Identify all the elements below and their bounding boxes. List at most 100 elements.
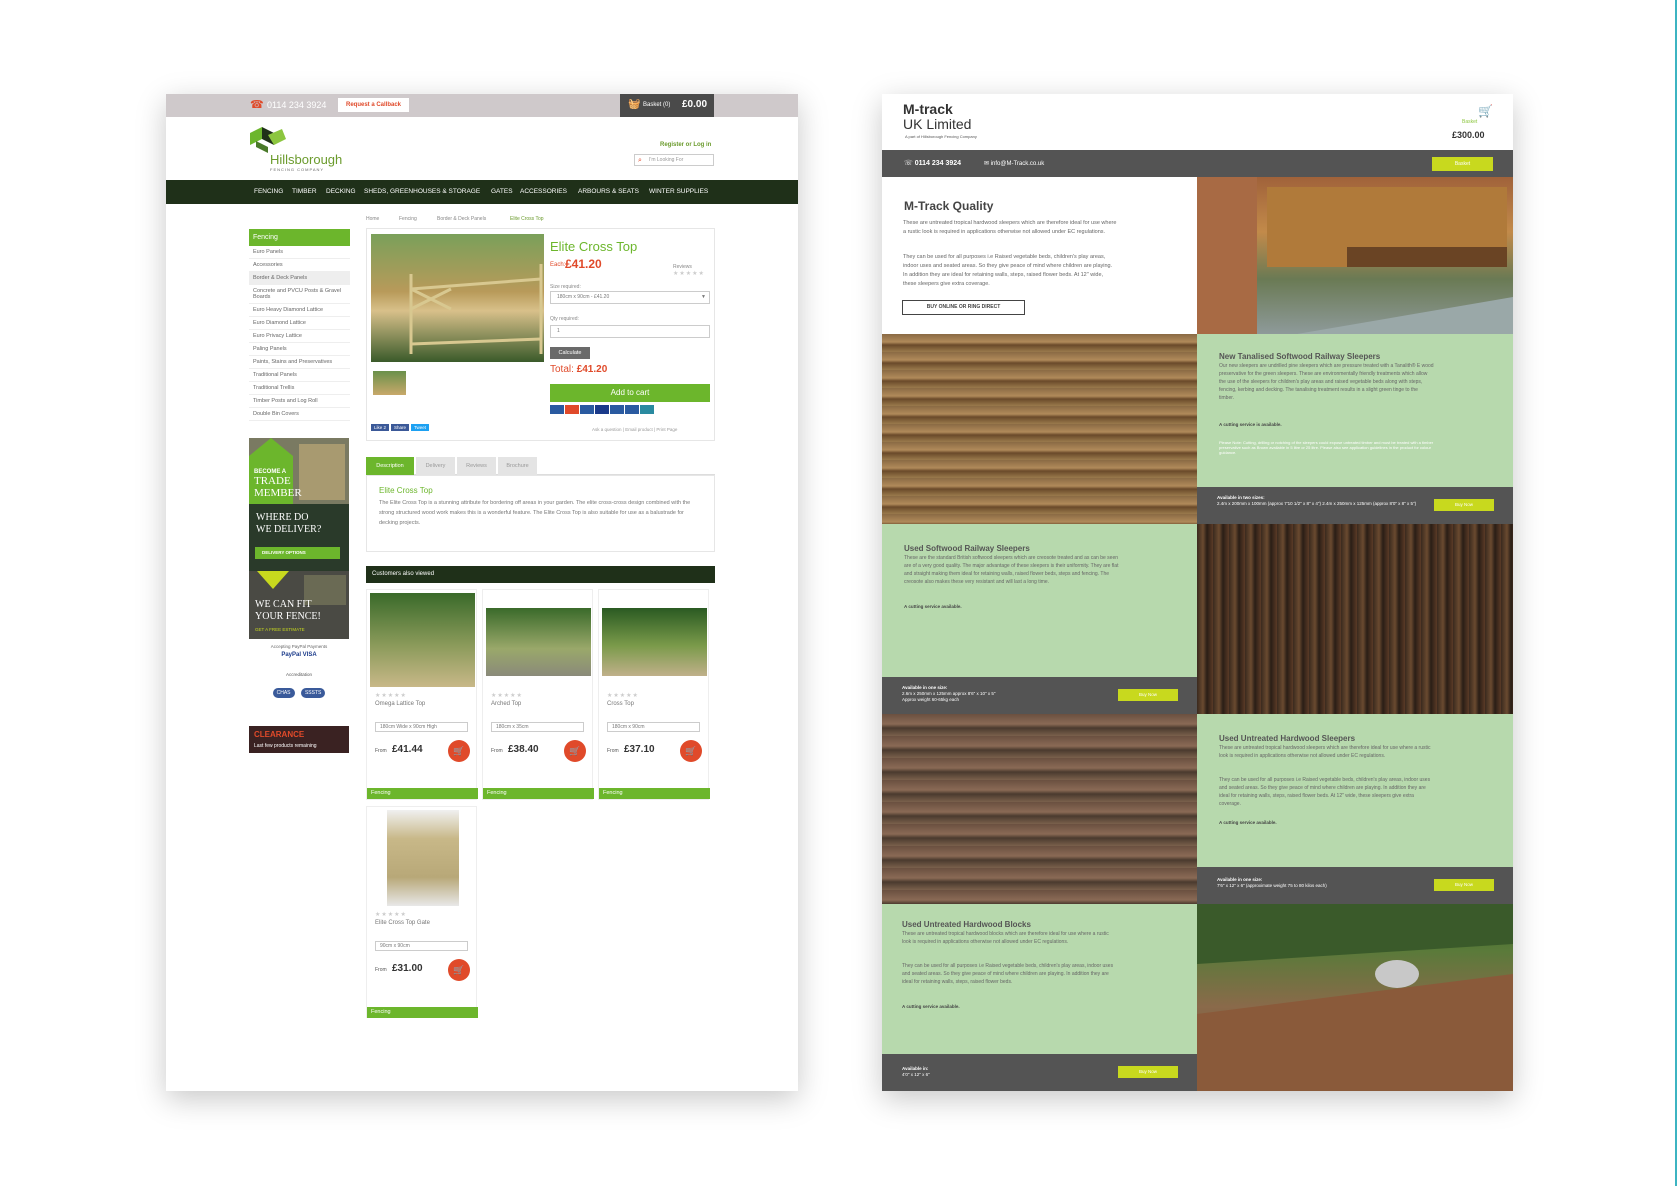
product-card-name[interactable]: Cross Top [607,701,634,707]
product-card-image[interactable] [486,608,591,676]
sidebar-item[interactable]: Euro Privacy Lattice [249,330,350,343]
buy-online-button[interactable]: BUY ONLINE OR RING DIRECT [902,300,1025,315]
tanalised-section: New Tanalised Softwood Railway Sleepers … [1197,334,1513,524]
reviews[interactable]: Reviews ★★★★★ [673,264,705,277]
product-card-name[interactable]: Elite Cross Top Gate [375,920,430,926]
sidebar-item[interactable]: Euro Diamond Lattice [249,317,350,330]
basket-button[interactable]: 🧺 Basket (0) £0.00 [620,94,714,117]
delivery-banner[interactable]: WHERE DO WE DELIVER? DELIVERY OPTIONS [249,504,349,571]
product-card-name[interactable]: Arched Top [491,701,521,707]
description-panel: Elite Cross Top The Elite Cross Top is a… [366,475,715,552]
product-card-category[interactable]: Fencing [367,1007,478,1018]
nav-decking[interactable]: DECKING [326,188,356,195]
product-card[interactable]: ★★★★★ Cross Top 180cm x 90cm From £37.10… [598,589,710,800]
register-login-link[interactable]: Register or Log in [660,142,711,148]
sidebar-item[interactable]: Traditional Panels [249,369,350,382]
used-softwood-size: 2.6m x 250mm x 125mm approx 8'6" x 10" x… [902,691,996,696]
tweet-button[interactable]: Tweet [411,424,430,431]
sidebar-item[interactable]: Timber Posts and Log Roll [249,395,350,408]
delivery-options-button[interactable]: DELIVERY OPTIONS [255,547,340,559]
buy-now-button[interactable]: Buy Now [1434,499,1494,511]
clearance-banner[interactable]: CLEARANCE Last few products remaining [249,726,349,753]
nav-arbours[interactable]: ARBOURS & SEATS [578,188,639,195]
breadcrumb-border[interactable]: Border & Deck Panels [437,216,486,222]
product-card-name[interactable]: Omega Lattice Top [375,701,425,707]
qty-input[interactable]: 1 [550,325,710,338]
product-card-size-select[interactable]: 180cm x 35cm [491,722,584,732]
breadcrumb-home[interactable]: Home [366,216,379,222]
cart-icon[interactable]: 🛒 [1478,104,1493,118]
mtrack-basket-label[interactable]: Basket [1462,119,1477,125]
sidebar-item[interactable]: Double Bin Covers [249,408,350,421]
hillsborough-logo[interactable]: Hillsborough FENCING COMPANY [248,125,358,173]
product-card-size-select[interactable]: 90cm x 90cm [375,941,468,951]
used-softwood-cutting: A cutting service available. [904,604,962,609]
add-to-cart-button[interactable]: Add to cart [550,384,710,402]
mtrack-email[interactable]: ✉ info@M-Track.co.uk [984,160,1044,167]
nav-accessories[interactable]: ACCESSORIES [520,188,567,195]
decking-graphic [1197,904,1513,1091]
mtrack-logo-sub: UK Limited [903,116,972,132]
hardwood-blocks-text-2: They can be used for all purposes i.e Ra… [902,963,1114,985]
fence-graphic [409,264,543,354]
product-card-category[interactable]: Fencing [599,788,710,799]
cart-icon[interactable]: 🛒 [564,740,586,762]
cart-icon[interactable]: 🛒 [448,959,470,981]
chevron-down-icon: ▼ [701,294,706,300]
cart-icon[interactable]: 🛒 [448,740,470,762]
size-select[interactable]: 180cm x 90cm - £41.20 ▼ [550,291,710,304]
sidebar-item-active[interactable]: Border & Deck Panels [249,272,350,285]
sidebar-item[interactable]: Concrete and PVCU Posts & Gravel Boards [249,285,350,304]
trade-member-banner[interactable]: BECOME A TRADE MEMBER [249,438,349,504]
nav-winter[interactable]: WINTER SUPPLIES [649,188,708,195]
buy-now-button[interactable]: Buy Now [1118,1066,1178,1078]
sidebar-item[interactable]: Euro Panels [249,246,350,259]
product-card-image[interactable] [602,608,707,676]
hardwood-blocks-section: Used Untreated Hardwood Blocks These are… [882,904,1197,1091]
facebook-like-button[interactable]: Like 2 [371,424,390,431]
nav-sheds[interactable]: SHEDS, GREENHOUSES & STORAGE [364,188,480,195]
fit-line-1: WE CAN FIT [255,599,312,610]
sidebar-item[interactable]: Paling Panels [249,343,350,356]
product-card-price: £41.44 [392,744,423,755]
mtrack-email-address: info@M-Track.co.uk [990,161,1045,167]
product-card-image[interactable] [387,810,459,906]
breadcrumb-fencing[interactable]: Fencing [399,216,417,222]
product-card[interactable]: ★★★★★ Arched Top 180cm x 35cm From £38.4… [482,589,594,800]
search-input[interactable]: ⌕ I'm Looking For [634,154,714,166]
product-thumbnail[interactable] [373,371,406,395]
product-image[interactable] [371,234,544,362]
mtrack-logo-name[interactable]: M-track [903,101,953,117]
product-card-image[interactable] [370,593,475,687]
buy-now-button[interactable]: Buy Now [1118,689,1178,701]
mtrack-basket-button[interactable]: Basket [1432,157,1493,171]
accreditation: Accreditation CHAS SSSTS [249,670,349,720]
sidebar-item[interactable]: Traditional Trellis [249,382,350,395]
sidebar-item[interactable]: Paints, Stains and Preservatives [249,356,350,369]
top-bar: ☎ 0114 234 3924 Request a Callback 🧺 Bas… [166,94,798,117]
nav-timber[interactable]: TIMBER [292,188,317,195]
product-card-category[interactable]: Fencing [367,788,478,799]
hardwood-blocks-size: 4'0" x 12" x 6" [902,1072,930,1077]
buy-now-button[interactable]: Buy Now [1434,879,1494,891]
share-button[interactable]: Share [391,424,410,431]
tab-description[interactable]: Description [366,457,414,475]
fitting-banner[interactable]: WE CAN FIT YOUR FENCE! GET A FREE ESTIMA… [249,571,349,639]
calculate-button[interactable]: Calculate [550,347,590,359]
nav-gates[interactable]: GATES [491,188,513,195]
product-links[interactable]: Ask a question | Email product | Print P… [592,427,677,432]
product-card[interactable]: ★★★★★ Omega Lattice Top 180cm Wide x 90c… [366,589,478,800]
cart-icon[interactable]: 🛒 [680,740,702,762]
product-card[interactable]: ★★★★★ Elite Cross Top Gate 90cm x 90cm F… [366,806,478,1018]
sidebar-item[interactable]: Euro Heavy Diamond Lattice [249,304,350,317]
tab-reviews[interactable]: Reviews [457,457,496,475]
product-card-size-select[interactable]: 180cm x 90cm [607,722,700,732]
product-card-size-select[interactable]: 180cm Wide x 90cm High [375,722,468,732]
request-callback-button[interactable]: Request a Callback [338,98,409,112]
sidebar-item[interactable]: Accessories [249,259,350,272]
tab-delivery[interactable]: Delivery [416,457,455,475]
nav-fencing[interactable]: FENCING [254,188,283,195]
sidebar-heading: Fencing [249,229,350,246]
product-card-category[interactable]: Fencing [483,788,594,799]
tab-brochure[interactable]: Brochure [498,457,537,475]
